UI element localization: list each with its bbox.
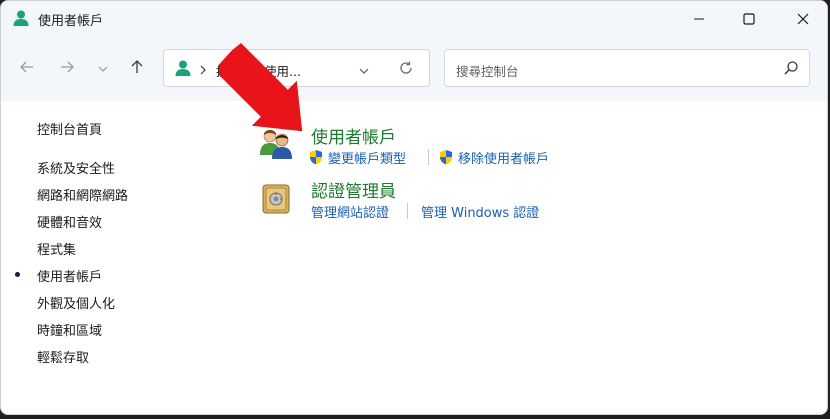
- address-row: 控... 使用... 搜尋控制台: [1, 37, 827, 101]
- sidebar: 控制台首頁 系統及安全性 網路和網際網路 硬體和音效 程式集 使用者帳戶 外觀及…: [1, 101, 221, 414]
- window-title: 使用者帳戶: [38, 14, 104, 29]
- chevron-down-icon[interactable]: [358, 62, 370, 81]
- chevron-down-icon: [97, 60, 109, 79]
- maximize-button[interactable]: [723, 1, 775, 37]
- manage-windows-credentials-link[interactable]: 管理 Windows 認證: [421, 202, 539, 221]
- maximize-icon: [743, 13, 755, 25]
- sidebar-item-programs[interactable]: 程式集: [37, 239, 76, 258]
- up-button[interactable]: [125, 57, 149, 81]
- sidebar-item-home[interactable]: 控制台首頁: [37, 119, 102, 138]
- control-panel-window: 使用者帳戶 控... 使用... 搜尋控制台 控制台首頁 系統及安全性 網路和網…: [0, 0, 828, 415]
- search-placeholder: 搜尋控制台: [456, 64, 519, 79]
- close-button[interactable]: [777, 1, 827, 37]
- content-area: 控制台首頁 系統及安全性 網路和網際網路 硬體和音效 程式集 使用者帳戶 外觀及…: [1, 101, 827, 414]
- sidebar-item-appearance[interactable]: 外觀及個人化: [37, 293, 115, 312]
- search-input[interactable]: 搜尋控制台: [444, 49, 810, 87]
- category-title-credential-manager[interactable]: 認證管理員: [311, 177, 396, 202]
- remove-user-accounts-link[interactable]: 移除使用者帳戶: [458, 148, 549, 167]
- minimize-button[interactable]: [673, 1, 725, 37]
- active-item-bullet: [15, 272, 20, 277]
- breadcrumb-control-panel[interactable]: 控...: [216, 61, 240, 80]
- link-separator: [428, 149, 429, 165]
- sidebar-item-clock-region[interactable]: 時鐘和區域: [37, 320, 102, 339]
- sidebar-item-network[interactable]: 網路和網際網路: [37, 185, 128, 204]
- user-accounts-icon: [12, 9, 30, 27]
- sidebar-item-hardware-sound[interactable]: 硬體和音效: [37, 212, 102, 231]
- address-bar[interactable]: 控... 使用...: [163, 49, 430, 87]
- title-bar: 使用者帳戶: [1, 1, 827, 37]
- category-title-user-accounts[interactable]: 使用者帳戶: [311, 123, 396, 148]
- uac-shield-icon: [438, 149, 454, 165]
- close-icon: [797, 13, 809, 25]
- back-button[interactable]: [15, 57, 39, 81]
- users-icon[interactable]: [259, 125, 295, 165]
- forward-arrow-icon: [59, 59, 75, 79]
- link-separator: [407, 203, 408, 219]
- sidebar-item-ease-of-access[interactable]: 輕鬆存取: [37, 347, 89, 366]
- sidebar-item-system-security[interactable]: 系統及安全性: [37, 158, 115, 177]
- up-arrow-icon: [129, 59, 145, 79]
- change-account-type-link[interactable]: 變更帳戶類型: [328, 148, 406, 167]
- minimize-icon: [693, 13, 705, 25]
- credential-vault-icon[interactable]: [261, 183, 291, 219]
- manage-web-credentials-link[interactable]: 管理網站認證: [311, 202, 389, 221]
- forward-button[interactable]: [55, 57, 79, 81]
- user-accounts-icon: [174, 59, 192, 81]
- search-icon[interactable]: [783, 60, 799, 80]
- sidebar-item-user-accounts[interactable]: 使用者帳戶: [37, 266, 102, 285]
- chevron-right-icon: [198, 61, 208, 80]
- uac-shield-icon: [308, 149, 324, 165]
- recent-locations-button[interactable]: [91, 57, 115, 81]
- back-arrow-icon: [19, 59, 35, 79]
- breadcrumb-user-accounts[interactable]: 使用...: [264, 61, 301, 80]
- refresh-icon[interactable]: [398, 60, 414, 80]
